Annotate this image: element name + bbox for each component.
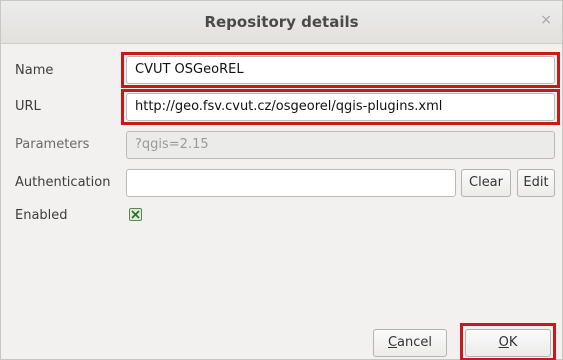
edit-button[interactable]: Edit xyxy=(517,169,555,197)
cancel-button[interactable]: Cancel xyxy=(373,329,447,357)
cancel-label-rest: ancel xyxy=(397,335,433,350)
dialog-title: Repository details xyxy=(204,13,359,31)
clear-button[interactable]: Clear xyxy=(461,169,511,197)
ok-label-rest: K xyxy=(508,335,518,350)
parameters-input: ?qgis=2.15 xyxy=(126,131,555,159)
url-input[interactable]: http://geo.fsv.cvut.cz/osgeorel/qgis-plu… xyxy=(126,93,555,121)
url-label: URL xyxy=(15,99,41,114)
name-label: Name xyxy=(15,63,54,78)
titlebar[interactable]: Repository details × xyxy=(1,1,562,44)
name-input[interactable]: CVUT OSGeoREL xyxy=(126,56,555,84)
parameters-label: Parameters xyxy=(15,137,90,152)
authentication-input[interactable] xyxy=(126,169,456,197)
ok-button[interactable]: OK xyxy=(465,329,551,357)
repository-details-dialog: Repository details × Name CVUT OSGeoREL … xyxy=(0,0,563,360)
checkmark-icon xyxy=(131,210,140,219)
enabled-label: Enabled xyxy=(15,208,68,223)
enabled-checkbox[interactable] xyxy=(129,208,142,221)
close-icon[interactable]: × xyxy=(540,12,552,28)
cancel-mnemonic: C xyxy=(387,335,398,350)
ok-mnemonic: O xyxy=(498,335,509,350)
authentication-label: Authentication xyxy=(15,175,111,190)
